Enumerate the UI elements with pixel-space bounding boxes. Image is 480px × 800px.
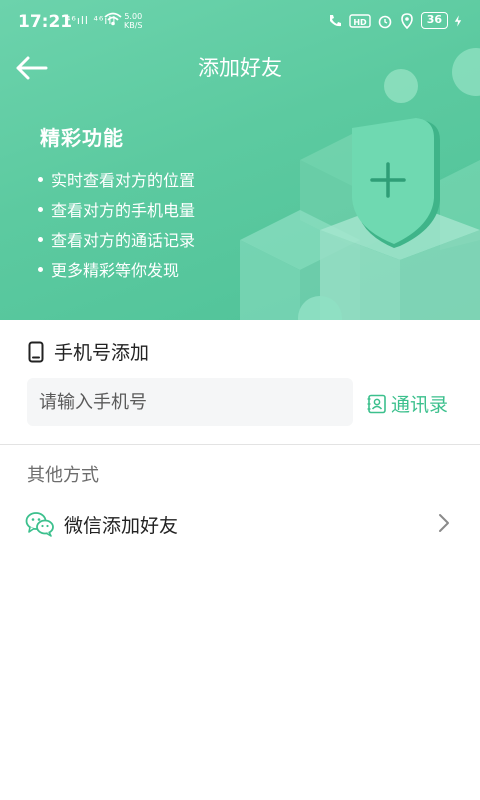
- phone-add-title: 手机号添加: [54, 342, 150, 364]
- chevron-right-icon: [439, 514, 449, 532]
- phone-add-heading: 手机号添加: [28, 338, 149, 365]
- wechat-add-row[interactable]: 微信添加好友: [0, 500, 480, 548]
- phone-icon: [28, 341, 44, 362]
- feature-item: 实时查看对方的位置: [38, 166, 195, 196]
- header-banner: 17:21 ⁴⁶ıll ⁴⁶ıll 5.00 KB/S HD 36 添加好友 精…: [0, 0, 480, 320]
- page-title: 添加好友: [198, 56, 282, 80]
- wechat-add-label: 微信添加好友: [64, 515, 179, 537]
- feature-list: 实时查看对方的位置 查看对方的手机电量 查看对方的通话记录 更多精彩等你发现: [38, 166, 195, 286]
- section-divider: [0, 444, 480, 445]
- status-right-group: HD 36: [327, 12, 462, 29]
- wechat-icon: [25, 512, 54, 537]
- feature-item: 查看对方的通话记录: [38, 226, 195, 256]
- net-speed: 5.00 KB/S: [124, 12, 143, 30]
- alarm-icon: [378, 15, 391, 28]
- feature-item: 更多精彩等你发现: [38, 256, 195, 286]
- bullet-icon: [38, 237, 43, 242]
- phone-input-container[interactable]: [27, 378, 353, 426]
- contacts-icon: [367, 394, 386, 413]
- battery-indicator: 36: [420, 12, 448, 29]
- charging-icon: [454, 14, 462, 27]
- other-methods-heading: 其他方式: [27, 465, 99, 486]
- bullet-icon: [38, 207, 43, 212]
- location-icon: [400, 12, 413, 29]
- status-time: 17:21: [18, 12, 73, 32]
- hd-icon: HD: [348, 13, 371, 28]
- decor-circle-bottom: [298, 296, 342, 320]
- svg-text:HD: HD: [353, 18, 367, 27]
- phone-add-section: 手机号添加 通讯录: [0, 320, 480, 444]
- feature-item: 查看对方的手机电量: [38, 196, 195, 226]
- bullet-icon: [38, 267, 43, 272]
- status-bar: 17:21 ⁴⁶ıll ⁴⁶ıll 5.00 KB/S HD 36: [0, 0, 480, 44]
- phone-number-input[interactable]: [27, 378, 353, 426]
- contacts-button[interactable]: 通讯录: [367, 390, 448, 417]
- feature-title: 精彩功能: [40, 126, 124, 150]
- contacts-label: 通讯录: [391, 394, 449, 416]
- call-icon: [329, 14, 341, 26]
- bullet-icon: [38, 177, 43, 182]
- wifi-icon: [104, 12, 122, 26]
